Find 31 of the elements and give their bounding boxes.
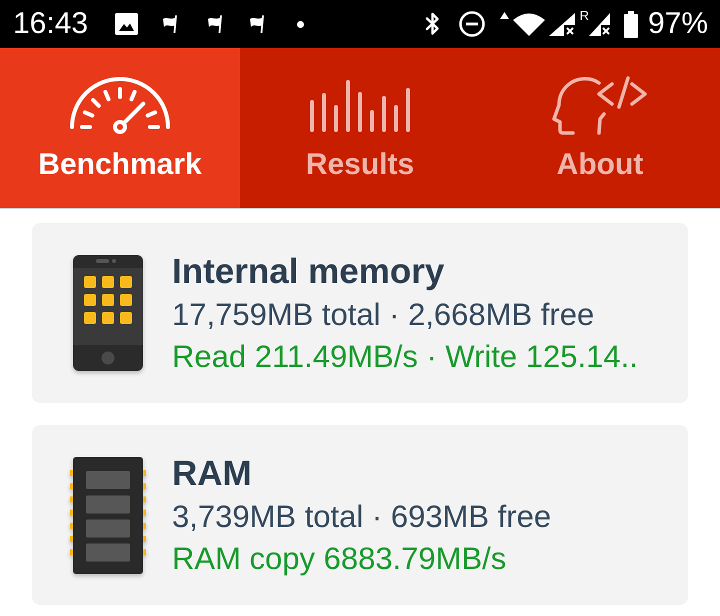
card-title: Internal memory <box>172 250 446 292</box>
speedometer-icon <box>68 76 172 134</box>
wifi-icon <box>512 12 545 36</box>
speed-result: RAM copy 6883.79MB/s <box>172 540 508 578</box>
flag-icon <box>249 15 266 33</box>
minus-circle-icon <box>458 11 485 37</box>
phone-icon <box>73 255 143 371</box>
battery-percent: 97% <box>648 9 708 39</box>
tab[interactable]: Results <box>240 48 480 208</box>
card[interactable]: RAM 3,739MB total · 693MB free RAM copy 6883.79MB/s <box>32 425 688 605</box>
memory-chip-icon <box>70 456 146 574</box>
triangle-icon <box>500 12 509 19</box>
flag-icon <box>207 15 224 33</box>
image-icon <box>115 13 138 35</box>
storage-details: 3,739MB total · 693MB free <box>172 498 552 536</box>
signal-icon <box>588 12 610 36</box>
bars-icon <box>308 78 412 132</box>
bluetooth-icon <box>424 11 440 37</box>
clock-time: 16:43 <box>13 9 88 39</box>
signal-icon <box>548 12 575 36</box>
battery-icon <box>624 10 638 38</box>
tab[interactable]: Benchmark <box>0 48 240 208</box>
card[interactable]: Internal memory 17,759MB total · 2,668MB free Read 211.49MB/s · Write 125.14.. <box>32 223 688 403</box>
card-title: RAM <box>172 452 253 494</box>
roaming-label: R <box>580 9 589 22</box>
head-code-icon <box>551 74 649 136</box>
tab[interactable]: About <box>480 48 720 208</box>
storage-details: 17,759MB total · 2,668MB free <box>172 296 596 334</box>
speed-result: Read 211.49MB/s · Write 125.14.. <box>172 338 638 376</box>
flag-icon <box>162 15 178 33</box>
dot-icon <box>297 20 304 28</box>
